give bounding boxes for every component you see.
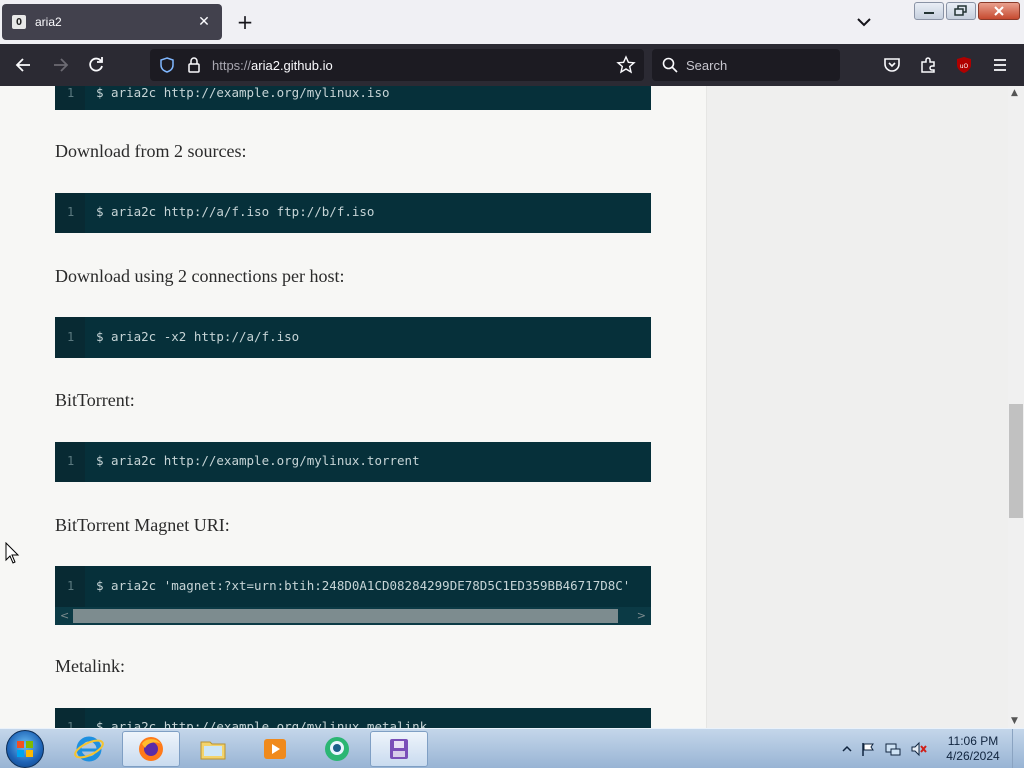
code-line[interactable]: $ aria2c http://example.org/mylinux.meta… — [96, 719, 427, 728]
hamburger-menu-icon — [994, 59, 1006, 71]
taskbar-media-player[interactable] — [246, 731, 304, 767]
volume-muted-icon[interactable] — [910, 741, 928, 757]
taskbar-firefox[interactable] — [122, 731, 180, 767]
list-all-tabs-button[interactable] — [852, 10, 876, 34]
page-content: 1 $ aria2c http://example.org/mylinux.is… — [0, 86, 1008, 728]
back-button[interactable] — [12, 53, 36, 77]
heading-bittorrent: BitTorrent: — [55, 390, 135, 410]
scroll-down-arrow-icon[interactable]: ▼ — [1011, 716, 1018, 726]
line-number: 1 — [67, 454, 75, 468]
tab-title: aria2 — [35, 15, 62, 29]
clock-date: 4/26/2024 — [946, 749, 1000, 763]
code-block-bittorrent: 1 $ aria2c http://example.org/mylinux.to… — [55, 442, 651, 482]
window-controls — [914, 2, 1020, 20]
code-block-magnet-uri: 1 $ aria2c 'magnet:?xt=urn:btih:248D0A1C… — [55, 566, 651, 625]
code-block-metalink: 1 $ aria2c http://example.org/mylinux.me… — [55, 708, 651, 728]
search-placeholder: Search — [686, 57, 728, 73]
minimize-button[interactable] — [914, 2, 944, 20]
heading-metalink: Metalink: — [55, 656, 125, 676]
minimize-icon — [924, 12, 934, 14]
line-number: 1 — [67, 720, 75, 728]
code-block-two-connections: 1 $ aria2c -x2 http://a/f.iso — [55, 317, 651, 358]
favicon-icon: O — [12, 15, 26, 29]
extensions-button[interactable] — [916, 53, 940, 77]
code-line[interactable]: $ aria2c 'magnet:?xt=urn:btih:248D0A1CD0… — [96, 578, 630, 593]
start-button[interactable] — [6, 730, 44, 768]
firefox-icon — [139, 737, 163, 761]
mouse-cursor-icon — [5, 542, 20, 564]
restore-button[interactable] — [946, 2, 976, 20]
close-tab-icon[interactable]: ✕ — [196, 14, 212, 30]
scroll-right-arrow-icon[interactable]: > — [637, 609, 646, 622]
heading-two-connections: Download using 2 connections per host: — [55, 266, 345, 286]
code-horizontal-scrollbar[interactable]: < > — [55, 607, 651, 625]
chevron-down-icon — [857, 18, 871, 27]
clock-time: 11:06 PM — [947, 734, 999, 748]
shield-icon[interactable] — [158, 56, 176, 74]
right-sidebar-column — [706, 86, 1008, 728]
heading-magnet-uri: BitTorrent Magnet URI: — [55, 515, 230, 535]
line-number: 1 — [67, 205, 75, 219]
taskbar-app-purple[interactable] — [370, 731, 428, 767]
search-bar[interactable]: Search — [652, 49, 840, 81]
tab-strip: O aria2 ✕ + — [0, 0, 1024, 44]
taskbar-app-green[interactable] — [308, 731, 366, 767]
close-icon — [994, 6, 1004, 16]
scrollbar-thumb[interactable] — [73, 609, 618, 623]
windows-logo-icon — [17, 741, 33, 757]
reload-button[interactable] — [84, 53, 108, 77]
scroll-left-arrow-icon[interactable]: < — [60, 609, 69, 622]
floppy-app-icon — [390, 739, 408, 759]
lock-icon[interactable] — [186, 56, 202, 74]
folder-icon — [200, 741, 226, 760]
scrollbar-thumb[interactable] — [1009, 404, 1023, 518]
line-number: 1 — [67, 330, 75, 344]
tab-aria2[interactable]: O aria2 ✕ — [2, 4, 222, 40]
system-tray — [842, 729, 928, 768]
show-desktop-button[interactable] — [1012, 729, 1024, 768]
taskbar-internet-explorer[interactable] — [60, 731, 118, 767]
taskbar-file-explorer[interactable] — [184, 731, 242, 767]
app-menu-button[interactable] — [988, 53, 1012, 77]
puzzle-icon — [921, 57, 935, 73]
forward-button[interactable] — [48, 53, 72, 77]
navigation-toolbar: https://aria2.github.io Search uO — [0, 44, 1024, 86]
ublock-origin-button[interactable]: uO — [952, 53, 976, 77]
ublock-shield-icon: uO — [957, 57, 971, 73]
green-chat-app-icon — [325, 737, 349, 761]
show-hidden-icons-icon[interactable] — [842, 744, 852, 754]
code-line[interactable]: $ aria2c -x2 http://a/f.iso — [96, 329, 299, 344]
new-tab-button[interactable]: + — [232, 9, 258, 35]
search-icon — [662, 57, 678, 73]
restore-icon — [954, 5, 967, 16]
taskbar-clock[interactable]: 11:06 PM 4/26/2024 — [940, 734, 1006, 764]
forward-arrow-icon — [54, 58, 69, 72]
reload-icon — [89, 57, 103, 72]
url-text[interactable]: https://aria2.github.io — [212, 58, 333, 73]
scroll-up-arrow-icon[interactable]: ▲ — [1011, 88, 1018, 98]
heading-two-sources: Download from 2 sources: — [55, 141, 247, 161]
url-host: aria2.github.io — [251, 57, 333, 73]
page-vertical-scrollbar[interactable]: ▲ ▼ — [1008, 86, 1024, 728]
back-arrow-icon — [15, 58, 30, 72]
line-number: 1 — [67, 579, 75, 593]
code-line[interactable]: $ aria2c http://a/f.iso ftp://b/f.iso — [96, 204, 374, 219]
close-window-button[interactable] — [978, 2, 1020, 20]
media-player-icon — [264, 739, 286, 759]
code-line[interactable]: $ aria2c http://example.org/mylinux.torr… — [96, 453, 420, 468]
url-bar[interactable]: https://aria2.github.io — [150, 49, 644, 81]
svg-text:uO: uO — [960, 63, 969, 70]
bookmark-star-icon[interactable] — [616, 55, 636, 75]
url-scheme: https:// — [212, 57, 252, 73]
pocket-button[interactable] — [880, 53, 904, 77]
code-block-basic-download: 1 $ aria2c http://example.org/mylinux.is… — [55, 86, 651, 110]
code-block-two-sources: 1 $ aria2c http://a/f.iso ftp://b/f.iso — [55, 193, 651, 233]
pocket-icon — [884, 58, 900, 72]
code-line[interactable]: $ aria2c http://example.org/mylinux.iso — [96, 86, 390, 100]
network-icon[interactable] — [884, 741, 902, 757]
windows-taskbar: 11:06 PM 4/26/2024 — [0, 728, 1024, 768]
action-center-flag-icon[interactable] — [860, 741, 876, 757]
line-number: 1 — [67, 86, 75, 100]
internet-explorer-icon — [74, 736, 104, 762]
